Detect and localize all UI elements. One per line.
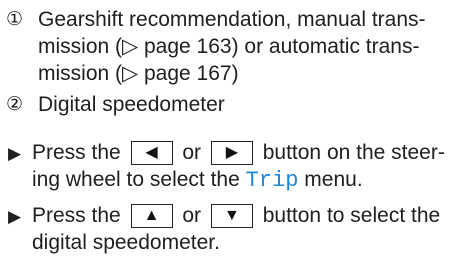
trip-menu-name: Trip	[245, 168, 299, 193]
up-arrow-key-icon: ▲	[130, 204, 173, 228]
down-arrow-key-icon: ▼	[210, 204, 253, 228]
instruction-step-1-line-2: ing wheel to select the Trip menu.	[32, 166, 461, 194]
legend-item-1-line-1: Gearshift recommendation, manual trans-	[38, 8, 426, 31]
step-1-line-2-post: menu.	[304, 168, 363, 191]
left-arrow-glyph: ◀	[145, 144, 158, 161]
bullet-arrow-icon: ▶	[8, 144, 22, 163]
instruction-step-2: ▶ Press the ▲ or ▼ button to select the …	[6, 202, 461, 256]
instruction-step-2-line-1: Press the ▲ or ▼ button to select the	[32, 202, 461, 229]
step-1-line-2-pre: ing wheel to select the	[32, 168, 240, 191]
circled-number-1: ①	[6, 8, 24, 30]
right-arrow-glyph: ▶	[225, 144, 239, 161]
legend-item-1-line-2: mission (▷ page 163) or automatic trans-	[38, 35, 420, 58]
instruction-step-1: ▶ Press the ◀ or ▶ button on the steer- …	[6, 139, 461, 194]
instruction-step-2-line-2: digital speedometer.	[32, 231, 220, 254]
bullet-arrow-icon-2: ▶	[8, 207, 22, 226]
step-2-text-post: button to select the	[256, 204, 441, 227]
circled-number-2: ②	[6, 93, 24, 115]
legend-item-2: ② Digital speedometer	[6, 91, 461, 118]
down-arrow-glyph: ▼	[223, 207, 240, 224]
legend-item-1-line-3: mission (▷ page 167)	[38, 62, 239, 85]
step-2-text-or: or	[176, 204, 207, 227]
step-1-text-post: button on the steer-	[256, 141, 445, 164]
step-1-text-or: or	[176, 141, 207, 164]
step-2-text-pre: Press the	[32, 204, 127, 227]
up-arrow-glyph: ▲	[143, 207, 160, 224]
instruction-step-1-line-1: Press the ◀ or ▶ button on the steer-	[32, 139, 461, 166]
step-1-text-pre: Press the	[32, 141, 127, 164]
left-arrow-key-icon: ◀	[130, 141, 173, 165]
legend-item-2-line-1: Digital speedometer	[38, 93, 225, 116]
legend-item-1: ① Gearshift recommendation, manual trans…	[6, 6, 461, 87]
right-arrow-key-icon: ▶	[210, 141, 253, 165]
